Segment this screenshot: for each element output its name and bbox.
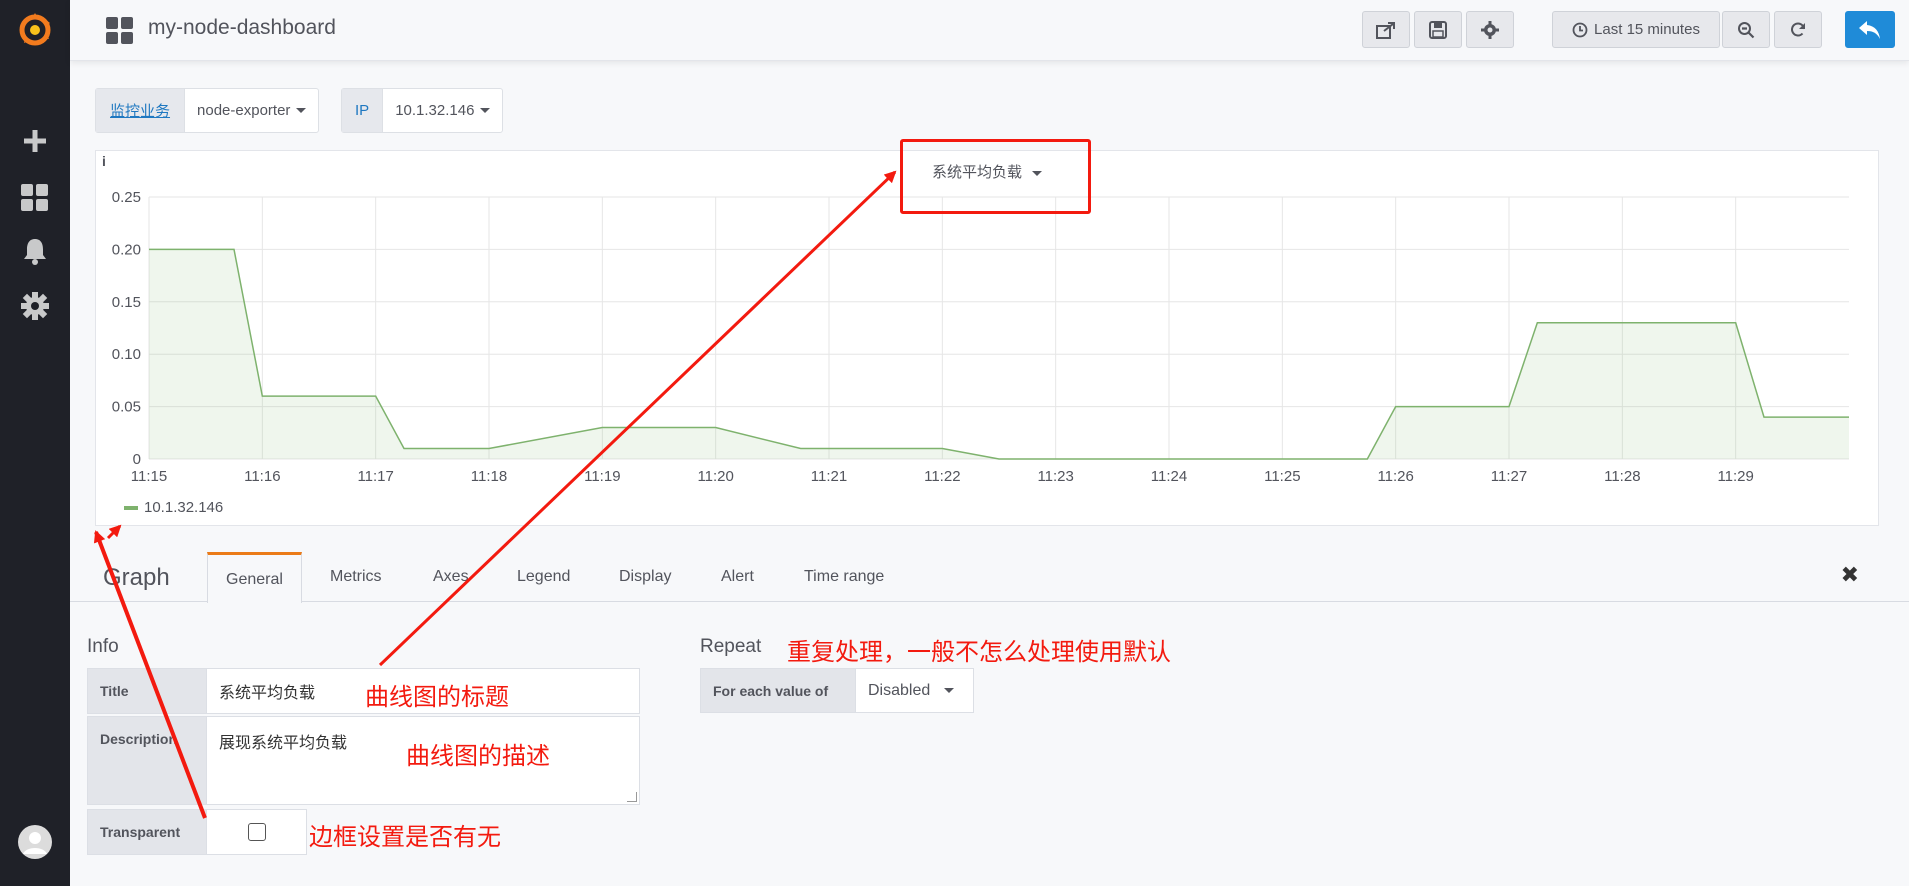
repeat-annotation: 重复处理，一般不怎么处理使用默认 [787, 639, 1171, 666]
repeat-value: Disabled [868, 681, 931, 699]
tab-alert[interactable]: Alert [721, 568, 754, 586]
y-tick-label: 0.20 [112, 241, 141, 258]
info-heading: Info [87, 636, 119, 657]
save-icon [1429, 20, 1447, 39]
tab-legend[interactable]: Legend [517, 568, 570, 586]
user-avatar-icon[interactable] [0, 824, 70, 860]
x-tick-label: 11:24 [1151, 468, 1187, 485]
close-editor-button[interactable]: ✖ [1841, 562, 1859, 588]
zoom-out-icon [1738, 21, 1755, 38]
x-tick-label: 11:17 [357, 468, 393, 485]
panel-editor-tabs: Graph General Metrics Axes Legend Displa… [70, 552, 1909, 603]
dashboards-icon[interactable] [0, 183, 70, 213]
panel-title-highlight-box [900, 139, 1091, 214]
caret-down-icon [944, 688, 955, 693]
dashboard-title[interactable]: my-node-dashboard [148, 16, 336, 40]
tab-time-range[interactable]: Time range [804, 568, 884, 586]
caret-down-icon [296, 108, 307, 113]
share-icon [1376, 21, 1395, 39]
x-tick-label: 11:28 [1604, 468, 1640, 485]
save-button[interactable] [1414, 11, 1462, 48]
y-tick-label: 0.25 [112, 189, 141, 206]
x-tick-label: 11:22 [924, 468, 960, 485]
time-range-label: Last 15 minutes [1594, 21, 1700, 38]
x-tick-label: 11:19 [584, 468, 620, 485]
x-tick-label: 11:27 [1491, 468, 1527, 485]
x-tick-label: 11:26 [1377, 468, 1413, 485]
gear-icon [1481, 20, 1499, 39]
y-tick-label: 0 [133, 451, 141, 468]
legend-swatch [124, 505, 138, 510]
tab-general[interactable]: General [207, 552, 302, 603]
description-row: Description 展现系统平均负载 [87, 716, 640, 805]
top-navbar: my-node-dashboard Last 15 minutes [70, 0, 1909, 61]
repeat-heading: Repeat [700, 636, 762, 657]
variable-dropdown[interactable]: 10.1.32.146 [383, 89, 502, 132]
repeat-row: For each value of Disabled [700, 668, 974, 713]
sidebar [0, 0, 70, 886]
variable-label[interactable]: IP [342, 89, 384, 132]
title-annotation: 曲线图的标题 [365, 684, 509, 711]
legend-label: 10.1.32.146 [144, 499, 224, 516]
transparent-row: Transparent [87, 809, 307, 855]
tab-metrics[interactable]: Metrics [330, 568, 382, 586]
y-tick-label: 0.05 [112, 399, 141, 416]
x-tick-label: 11:20 [697, 468, 733, 485]
transparent-annotation: 边框设置是否有无 [309, 824, 501, 851]
gear-icon[interactable] [0, 291, 70, 321]
y-tick-label: 0.15 [112, 294, 141, 311]
x-tick-label: 11:21 [811, 468, 847, 485]
bell-icon[interactable] [0, 236, 70, 266]
variable-monitor-service: 监控业务 node-exporter [95, 88, 320, 133]
settings-button[interactable] [1466, 11, 1514, 48]
transparent-checkbox-cell [207, 809, 307, 855]
title-label: Title [87, 668, 207, 714]
refresh-button[interactable] [1774, 11, 1822, 48]
x-tick-label: 11:16 [244, 468, 280, 485]
resize-grip-icon[interactable] [627, 792, 637, 802]
description-annotation: 曲线图的描述 [406, 743, 550, 770]
transparent-label: Transparent [87, 809, 207, 855]
repeat-for-label: For each value of [700, 668, 856, 713]
x-tick-label: 11:25 [1264, 468, 1300, 485]
y-tick-label: 0.10 [112, 346, 141, 363]
variable-label[interactable]: 监控业务 [96, 89, 186, 132]
back-arrow-icon [1859, 20, 1880, 39]
tab-display[interactable]: Display [619, 568, 671, 586]
x-tick-label: 11:23 [1037, 468, 1073, 485]
x-tick-label: 11:29 [1717, 468, 1753, 485]
refresh-icon [1791, 22, 1805, 36]
legend-item[interactable]: 10.1.32.146 [124, 499, 223, 516]
x-tick-label: 11:15 [131, 468, 167, 485]
zoom-out-button[interactable] [1722, 11, 1770, 48]
description-label: Description [87, 716, 207, 805]
grafana-logo-icon[interactable] [0, 8, 70, 52]
plus-icon[interactable] [0, 126, 70, 156]
arrow-to-panel-border-2 [106, 524, 122, 540]
share-button[interactable] [1362, 11, 1410, 48]
repeat-select[interactable]: Disabled [856, 668, 974, 713]
caret-down-icon [480, 108, 491, 113]
clock-icon [1572, 22, 1588, 37]
dashboard-grid-icon[interactable] [106, 17, 133, 49]
x-tick-label: 11:18 [471, 468, 507, 485]
title-row: Title 系统平均负载 [87, 668, 640, 714]
variable-dropdown[interactable]: node-exporter [185, 89, 318, 132]
description-text: 展现系统平均负载 [219, 735, 348, 752]
variable-value: 10.1.32.146 [395, 102, 475, 119]
back-button[interactable] [1845, 11, 1895, 48]
panel-type-title: Graph [103, 564, 170, 591]
time-range-picker[interactable]: Last 15 minutes [1552, 11, 1720, 48]
variable-ip: IP 10.1.32.146 [341, 88, 504, 133]
tab-axes[interactable]: Axes [433, 568, 469, 586]
variable-value: node-exporter [197, 102, 291, 119]
transparent-checkbox[interactable] [247, 823, 266, 841]
